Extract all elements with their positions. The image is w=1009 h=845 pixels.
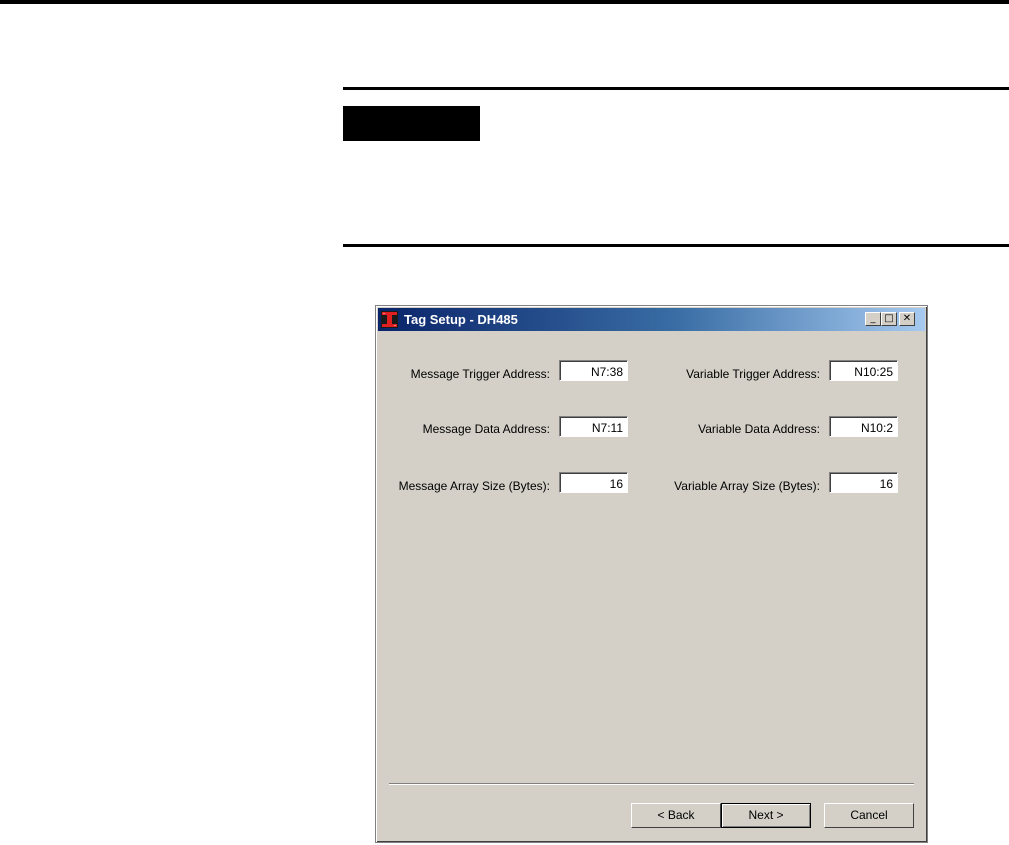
title-bar[interactable]: Tag Setup - DH485 _ □ ✕ [378,308,925,331]
message-array-size-label: Message Array Size (Bytes): [398,479,550,493]
variable-data-address-label: Variable Data Address: [698,422,820,436]
window-title: Tag Setup - DH485 [404,312,518,327]
app-icon [381,311,398,328]
message-trigger-address-input[interactable] [559,360,628,381]
message-data-address-input[interactable] [559,416,628,437]
note-top-rule [343,87,1009,90]
button-separator [389,783,914,785]
next-button[interactable]: Next > [721,803,811,828]
maximize-icon: □ [884,313,894,324]
minimize-icon: _ [870,313,876,324]
variable-array-size-label: Variable Array Size (Bytes): [674,479,820,493]
back-button[interactable]: < Back [631,803,721,828]
variable-trigger-address-input[interactable] [829,360,898,381]
close-icon: ✕ [902,313,912,324]
variable-array-size-input[interactable] [829,472,898,493]
message-array-size-input[interactable] [559,472,628,493]
variable-data-address-input[interactable] [829,416,898,437]
minimize-button[interactable]: _ [865,312,881,326]
close-button[interactable]: ✕ [899,312,915,326]
message-data-address-label: Message Data Address: [422,422,550,436]
note-bottom-rule [343,244,1009,247]
note-label-block [343,106,480,141]
tag-setup-dialog: Tag Setup - DH485 _ □ ✕ Message Trigger … [375,305,928,843]
page-top-rule [0,0,1009,4]
message-trigger-address-label: Message Trigger Address: [410,367,550,381]
maximize-button[interactable]: □ [881,312,897,326]
variable-trigger-address-label: Variable Trigger Address: [686,367,820,381]
cancel-button[interactable]: Cancel [824,803,914,828]
